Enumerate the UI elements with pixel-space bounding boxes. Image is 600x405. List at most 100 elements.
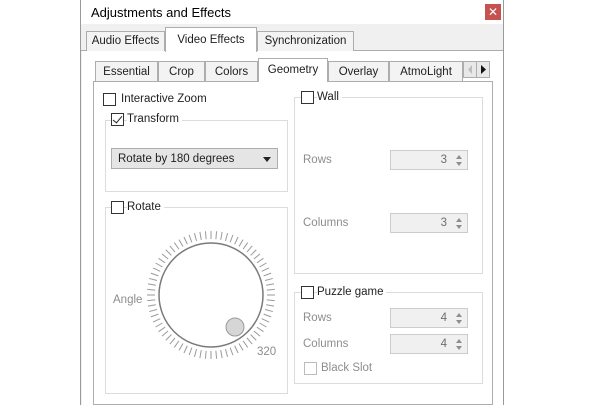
dial-tick	[246, 245, 253, 253]
dial-tick	[193, 348, 197, 357]
wall-rows-spinbox[interactable]: 3	[390, 150, 468, 170]
dial-tick	[266, 283, 275, 286]
angle-dial[interactable]	[141, 225, 281, 365]
dial-tick	[158, 326, 166, 333]
dial-tick	[225, 348, 229, 357]
dial-tick	[238, 239, 244, 247]
dial-tick	[229, 347, 234, 356]
dial-tick	[150, 272, 159, 277]
dial-tick	[238, 343, 244, 351]
dial-tick	[169, 337, 176, 345]
dial-tick	[165, 249, 172, 256]
puzzle-columns-value: 4	[440, 338, 447, 350]
dial-tick	[234, 236, 239, 245]
wall-label: Wall	[317, 91, 342, 103]
spin-down-icon[interactable]	[456, 320, 462, 324]
black-slot-checkbox[interactable]	[304, 362, 317, 375]
tab-colors[interactable]: Colors	[205, 61, 258, 82]
dial-tick	[147, 304, 156, 307]
spin-down-icon[interactable]	[456, 225, 462, 229]
transform-checkbox[interactable]	[111, 113, 124, 126]
dial-tick	[256, 326, 264, 333]
spin-up-icon[interactable]	[456, 155, 462, 159]
dial-tick	[215, 350, 218, 359]
title-bar: Adjustments and Effects ✕	[81, 0, 503, 24]
dial-tick	[161, 330, 169, 337]
tab-audio-effects[interactable]: Audio Effects	[86, 31, 165, 51]
dial-tick	[266, 299, 275, 302]
wall-rows-value: 3	[440, 154, 447, 166]
dial-tick	[229, 234, 234, 243]
dial-tick	[165, 334, 172, 341]
dial-tick	[261, 267, 270, 272]
tab-scroll-left-button[interactable]	[463, 61, 477, 78]
puzzle-checkbox[interactable]	[301, 286, 314, 299]
tab-atmolight[interactable]: AtmoLight	[389, 61, 463, 82]
spin-down-icon[interactable]	[456, 346, 462, 350]
dial-tick	[188, 234, 193, 243]
chevron-left-icon	[468, 65, 472, 74]
tab-video-effects[interactable]: Video Effects	[165, 27, 257, 52]
chevron-right-icon	[481, 65, 486, 74]
dial-tick	[234, 345, 239, 354]
spin-up-icon[interactable]	[456, 218, 462, 222]
dial-tick	[173, 242, 180, 250]
wall-columns-label: Columns	[303, 217, 349, 229]
dial-tick	[178, 239, 184, 247]
rotate-label: Rotate	[127, 201, 164, 213]
wall-columns-spinbox[interactable]: 3	[390, 213, 468, 233]
dial-tick	[188, 347, 193, 356]
spin-up-icon[interactable]	[456, 313, 462, 317]
tab-overlay[interactable]: Overlay	[328, 61, 389, 82]
dial-tick	[220, 350, 223, 359]
interactive-zoom-checkbox[interactable]	[103, 93, 116, 106]
wall-group	[294, 97, 483, 274]
dial-tick	[263, 313, 272, 318]
dial-tick	[199, 350, 202, 359]
dial-tick	[253, 253, 261, 260]
spin-down-icon[interactable]	[456, 162, 462, 166]
puzzle-columns-label: Columns	[303, 338, 349, 350]
wall-rows-label: Rows	[303, 154, 332, 166]
dial-tick	[161, 253, 169, 260]
black-slot-label: Black Slot	[321, 362, 373, 374]
tab-geometry[interactable]: Geometry	[258, 58, 328, 82]
tab-crop[interactable]: Crop	[158, 61, 205, 82]
dial-tick	[250, 249, 257, 256]
angle-label: Angle	[113, 294, 143, 306]
dial-tick	[155, 322, 163, 328]
dial-tick	[204, 231, 207, 240]
puzzle-columns-spinbox[interactable]: 4	[390, 334, 468, 354]
tab-scroll-right-button[interactable]	[476, 61, 490, 78]
transform-select[interactable]: Rotate by 180 degrees	[111, 148, 278, 169]
puzzle-rows-label: Rows	[303, 312, 332, 324]
dial-tick	[263, 272, 272, 277]
dial-tick	[183, 236, 188, 245]
dial-tick	[152, 267, 161, 272]
close-icon[interactable]: ✕	[485, 4, 501, 20]
tab-essential[interactable]: Essential	[95, 61, 158, 82]
rotate-checkbox[interactable]	[111, 201, 124, 214]
window-title: Adjustments and Effects	[91, 5, 231, 20]
chevron-down-icon	[263, 157, 271, 162]
dial-tick	[193, 233, 197, 242]
dial-tick	[264, 277, 273, 281]
puzzle-label: Puzzle game	[317, 286, 387, 298]
dial-tick	[178, 343, 184, 351]
puzzle-rows-spinbox[interactable]: 4	[390, 308, 468, 328]
dial-tick	[204, 350, 207, 359]
dial-tick	[261, 318, 270, 323]
dial-tick	[173, 340, 180, 348]
angle-value: 320	[257, 346, 277, 358]
dial-tick	[225, 233, 229, 242]
spin-up-icon[interactable]	[456, 339, 462, 343]
wall-checkbox[interactable]	[301, 91, 314, 104]
tab-synchronization[interactable]: Synchronization	[257, 31, 354, 51]
transform-select-value: Rotate by 180 degrees	[118, 153, 235, 165]
dial-tick	[152, 318, 161, 323]
dial-knob[interactable]	[225, 317, 245, 337]
dial-tick	[266, 304, 275, 307]
dial-tick	[155, 262, 163, 268]
dial-tick	[242, 340, 249, 348]
adjustments-window: Adjustments and Effects ✕ Audio Effects …	[80, 0, 504, 405]
